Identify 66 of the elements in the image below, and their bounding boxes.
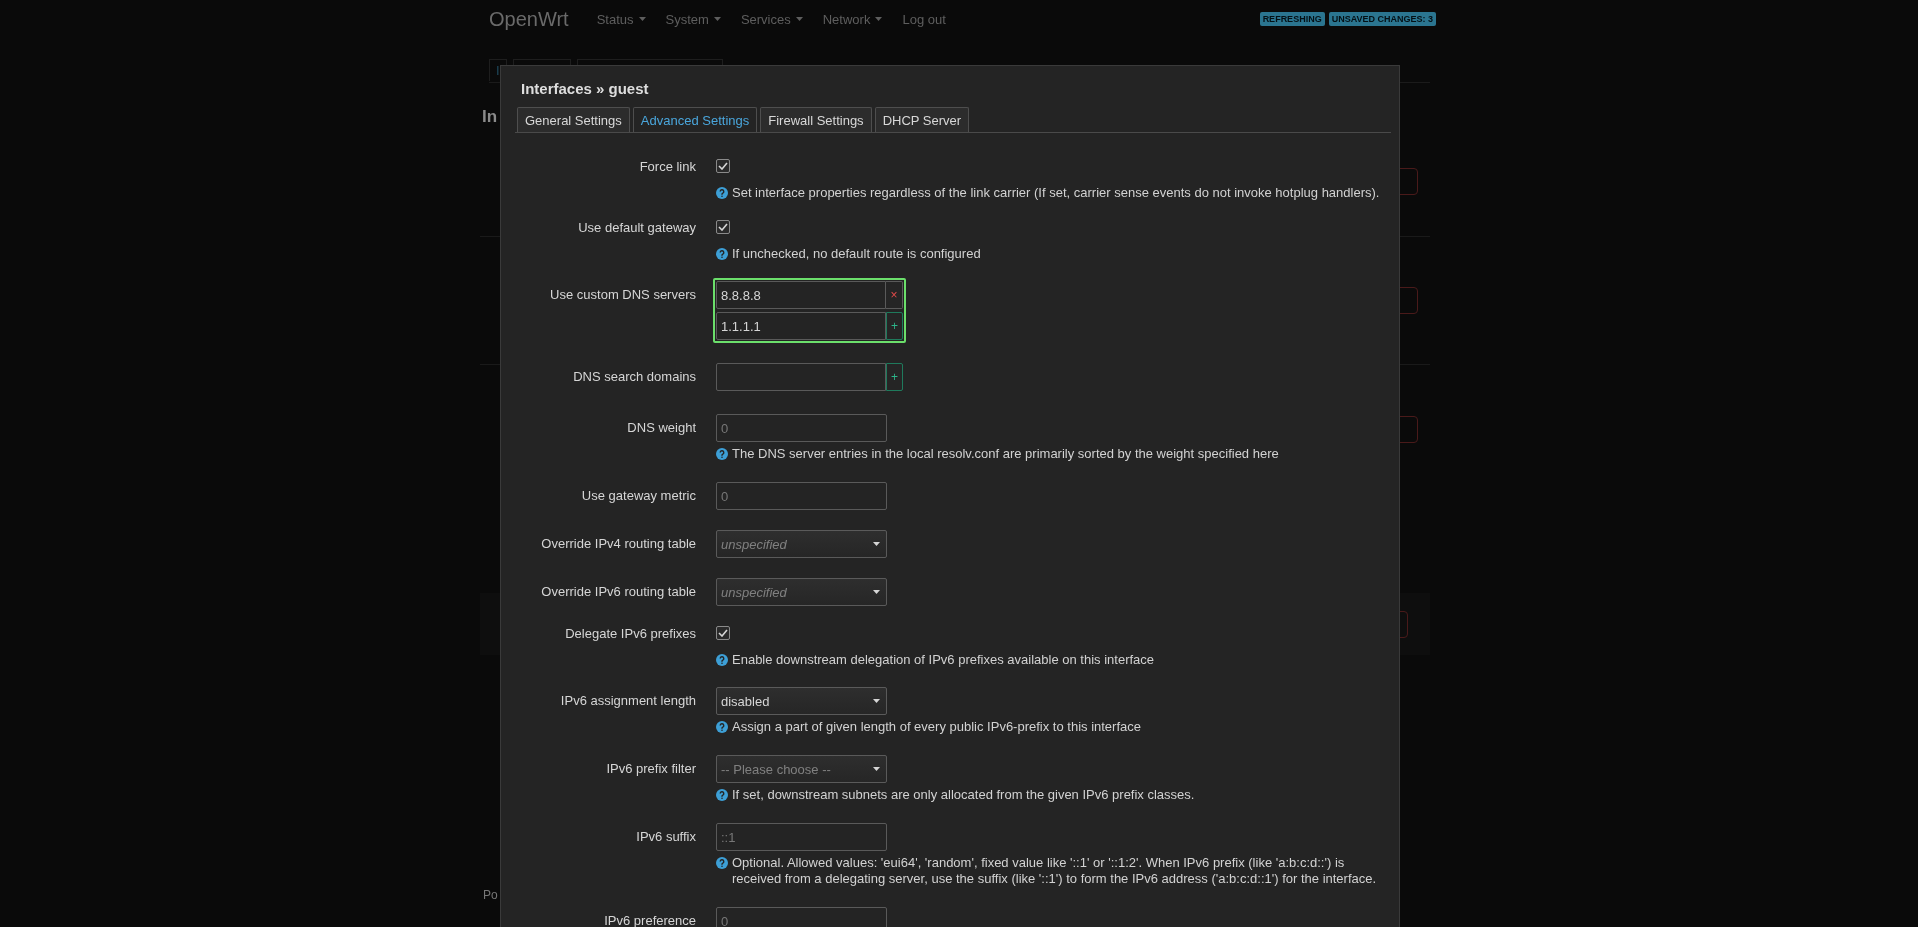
help-text: If unchecked, no default route is configured — [732, 246, 981, 262]
tab[interactable]: Firewall Settings — [760, 107, 872, 132]
tab[interactable]: DHCP Server — [874, 107, 970, 132]
caret-icon — [875, 17, 883, 21]
field-label: DNS weight — [626, 419, 696, 437]
select-dropdown[interactable]: unspecified — [716, 530, 887, 558]
field-label: Override IPv6 routing table — [540, 583, 696, 601]
tab[interactable]: Advanced Settings — [632, 107, 758, 132]
text-field[interactable]: 0 — [716, 907, 887, 927]
menu-item[interactable]: Log out — [902, 11, 946, 27]
help-icon — [716, 187, 728, 199]
help-icon — [716, 248, 728, 260]
field-label: DNS search domains — [572, 368, 696, 386]
field-label: IPv6 prefix filter — [605, 760, 696, 778]
help-text: The DNS server entries in the local resolv.conf are primarily sorted by the weight specified here — [732, 446, 1279, 462]
caret-icon — [873, 767, 880, 771]
text-field[interactable]: 0 — [716, 482, 887, 510]
add-button[interactable]: + — [886, 363, 903, 391]
help-text: If set, downstream subnets are only allocated from the given IPv6 prefix classes. — [732, 787, 1195, 803]
text-field[interactable]: 0 — [716, 414, 887, 442]
field-label: Override IPv4 routing table — [540, 535, 696, 553]
caret-icon — [873, 699, 880, 703]
brand-logo[interactable]: OpenWrt — [489, 7, 569, 31]
dialog-title: Interfaces » guest — [521, 80, 650, 97]
field-label: IPv6 suffix — [635, 828, 696, 846]
help-text: Optional. Allowed values: 'eui64', 'random', fixed value like '::1' or '::1:2'. When IPv6 prefix (like 'a:b:c:d::') is received from a delegating server, use the suffix (like '::1') to form the IPv6 address ('a:b:c:d::1') for the interface. — [732, 855, 1378, 887]
checkbox[interactable] — [716, 159, 730, 173]
help-icon — [716, 857, 728, 869]
field-label: Use default gateway — [577, 220, 696, 237]
help-text: Set interface properties regardless of the link carrier (If set, carrier sense events do not invoke hotplug handlers). — [732, 185, 1380, 201]
select-dropdown[interactable]: disabled — [716, 687, 887, 715]
caret-icon — [638, 17, 646, 21]
select-dropdown[interactable]: -- Please choose -- — [716, 755, 887, 783]
status-badge: REFRESHING — [1259, 12, 1325, 26]
caret-icon — [795, 17, 803, 21]
caret-icon — [873, 542, 880, 546]
field-label: Use custom DNS servers — [549, 286, 696, 304]
list-entry-field[interactable] — [716, 363, 886, 391]
field-label: Use gateway metric — [580, 487, 696, 505]
field-label: Force link — [638, 159, 696, 176]
help-text: Assign a part of given length of every public IPv6-prefix to this interface — [732, 719, 1141, 735]
add-button[interactable]: + — [886, 312, 903, 340]
text-field[interactable]: ::1 — [716, 823, 887, 851]
status-badge: UNSAVED CHANGES: 3 — [1328, 12, 1436, 26]
help-icon — [716, 654, 728, 666]
tab[interactable]: General Settings — [517, 107, 630, 132]
caret-icon — [713, 17, 721, 21]
field-label: IPv6 assignment length — [559, 692, 696, 710]
page-heading: In — [482, 107, 498, 127]
help-icon — [716, 789, 728, 801]
help-icon — [716, 448, 728, 460]
footer-text: Po — [483, 888, 498, 902]
help-icon — [716, 721, 728, 733]
menu-item[interactable]: Network — [822, 11, 883, 27]
menu-item[interactable]: Status — [596, 11, 646, 27]
menu-item[interactable]: System — [665, 11, 721, 27]
help-text: Enable downstream delegation of IPv6 prefixes available on this interface — [732, 652, 1155, 668]
checkbox[interactable] — [716, 626, 730, 640]
select-dropdown[interactable]: unspecified — [716, 578, 887, 606]
list-entry-field[interactable]: 1.1.1.1 — [716, 312, 886, 340]
remove-button[interactable]: × — [886, 281, 903, 309]
menu-item[interactable]: Services — [740, 11, 803, 27]
field-label: IPv6 preference — [603, 912, 696, 927]
checkbox[interactable] — [716, 220, 730, 234]
field-label: Delegate IPv6 prefixes — [564, 626, 696, 643]
list-entry-field[interactable]: 8.8.8.8 — [716, 281, 886, 309]
